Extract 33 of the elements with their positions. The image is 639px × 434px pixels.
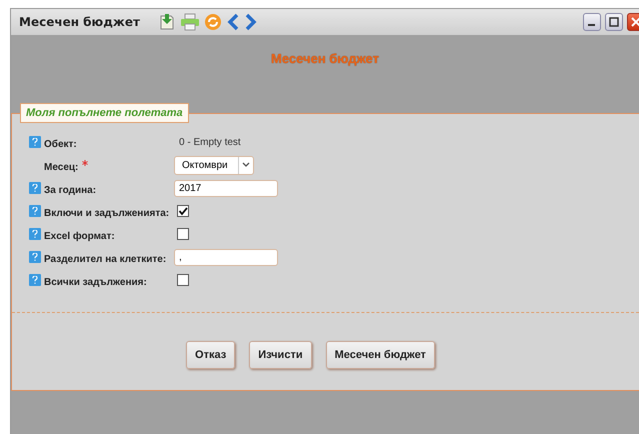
- field-label: Месец:: [44, 162, 78, 173]
- action-button[interactable]: Изчисти: [249, 341, 312, 369]
- form-legend: Моля попълнете полетата: [20, 103, 189, 123]
- checkbox[interactable]: [177, 205, 189, 217]
- action-button[interactable]: Месечен бюджет: [326, 341, 435, 369]
- checkbox[interactable]: [177, 228, 189, 240]
- action-button[interactable]: Отказ: [186, 341, 236, 369]
- help-icon[interactable]: [29, 136, 41, 148]
- maximize-icon[interactable]: [605, 13, 623, 31]
- field-label: Обект:: [44, 139, 77, 150]
- help-icon[interactable]: [29, 228, 41, 240]
- window-title: Месечен бюджет: [19, 15, 140, 29]
- refresh-icon[interactable]: [204, 13, 222, 31]
- field-value: 0 - Empty test: [179, 136, 241, 148]
- input-field[interactable]: ,: [174, 248, 278, 266]
- field-label: Всички задължения:: [44, 277, 147, 288]
- save-icon[interactable]: [158, 13, 176, 31]
- page-heading: Месечен бюджет: [270, 50, 380, 68]
- field-label: За година:: [44, 185, 96, 196]
- back-icon[interactable]: [226, 13, 240, 31]
- help-icon[interactable]: [29, 251, 41, 263]
- printer-icon[interactable]: [180, 13, 200, 31]
- minimize-icon[interactable]: [583, 13, 601, 31]
- field-label: Excel формат:: [44, 231, 115, 242]
- help-icon[interactable]: [29, 182, 41, 194]
- checkbox[interactable]: [177, 274, 189, 286]
- input-field[interactable]: 2017: [174, 180, 278, 196]
- field-label: Включи и задълженията:: [44, 208, 170, 219]
- help-icon[interactable]: [29, 274, 41, 286]
- help-icon[interactable]: [29, 205, 41, 217]
- month-dropdown[interactable]: Октомври: [174, 156, 254, 174]
- forward-icon[interactable]: [244, 13, 258, 31]
- field-label: Разделител на клетките:: [44, 254, 166, 265]
